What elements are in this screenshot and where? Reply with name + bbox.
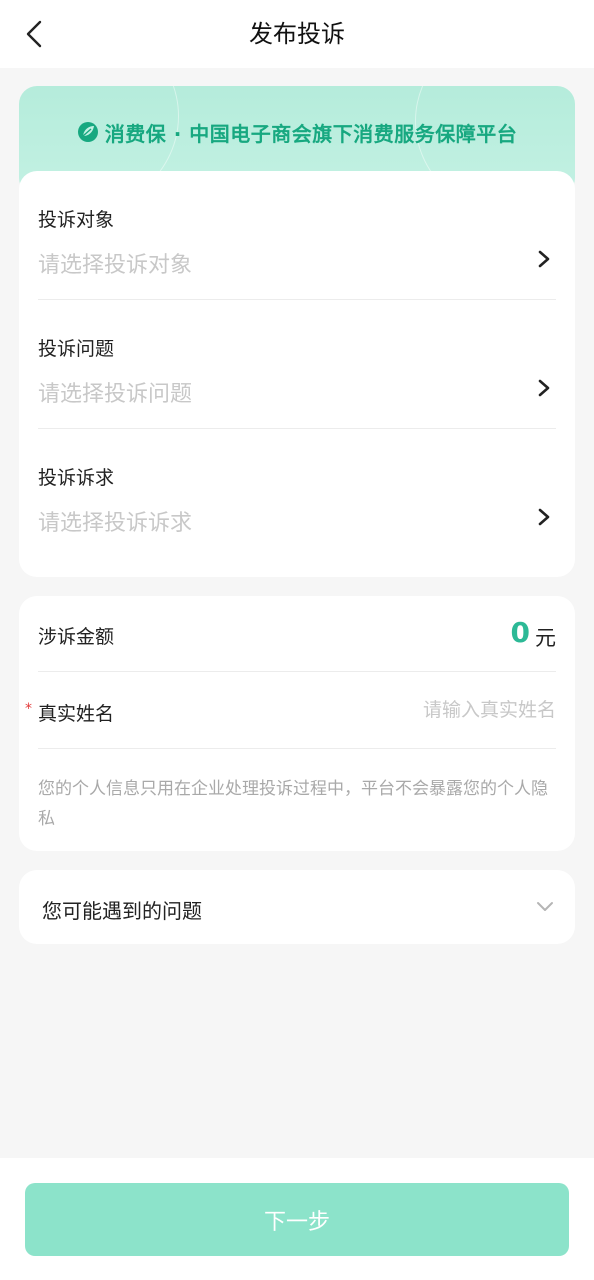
personal-info-card: 涉诉金额 0 元 * 真实姓名 您的个人信息只用在企业处理投诉过程中，平台不会暴… xyxy=(19,596,575,851)
chevron-down-icon xyxy=(537,902,553,911)
privacy-note: 您的个人信息只用在企业处理投诉过程中，平台不会暴露您的个人隐私 xyxy=(38,779,548,829)
faq-collapse[interactable]: 您可能遇到的问题 xyxy=(19,870,575,944)
field-placeholder: 请选择投诉问题 xyxy=(38,382,193,407)
field-placeholder: 请选择投诉对象 xyxy=(38,253,193,278)
chevron-right-icon xyxy=(538,508,550,526)
amount-value[interactable]: 0 xyxy=(511,616,530,649)
nav-bar: 发布投诉 xyxy=(0,0,594,68)
banner-content: 消费保 · 中国电子商会旗下消费服务保障平台 xyxy=(19,116,575,148)
required-mark: * xyxy=(25,701,32,717)
chevron-left-icon xyxy=(26,20,42,48)
leaf-logo-icon xyxy=(77,122,98,142)
real-name-label: 真实姓名 xyxy=(38,703,115,725)
field-label: 投诉诉求 xyxy=(38,467,115,489)
amount-unit: 元 xyxy=(535,626,556,650)
banner-text: 消费保 · 中国电子商会旗下消费服务保障平台 xyxy=(104,121,518,146)
chevron-right-icon xyxy=(538,250,550,268)
divider xyxy=(38,748,556,749)
amount-row[interactable]: 涉诉金额 0 元 xyxy=(38,596,556,672)
complaint-issue-select[interactable]: 投诉问题 请选择投诉问题 xyxy=(38,300,556,429)
complaint-demand-select[interactable]: 投诉诉求 请选择投诉诉求 xyxy=(38,429,556,558)
amount-label: 涉诉金额 xyxy=(38,626,115,648)
back-button[interactable] xyxy=(14,14,54,54)
complaint-select-card: 投诉对象 请选择投诉对象 投诉问题 请选择投诉问题 投诉诉求 请选择投诉诉求 xyxy=(19,171,575,577)
field-label: 投诉对象 xyxy=(38,209,115,231)
field-placeholder: 请选择投诉诉求 xyxy=(38,511,193,536)
real-name-input[interactable] xyxy=(256,692,556,728)
faq-label: 您可能遇到的问题 xyxy=(42,899,202,923)
page-title: 发布投诉 xyxy=(249,20,345,48)
complaint-target-select[interactable]: 投诉对象 请选择投诉对象 xyxy=(38,171,556,300)
field-label: 投诉问题 xyxy=(38,338,115,360)
chevron-right-icon xyxy=(538,379,550,397)
real-name-row: * 真实姓名 xyxy=(25,672,556,749)
footer-bar: 下一步 xyxy=(0,1158,594,1280)
next-step-button[interactable]: 下一步 xyxy=(25,1183,569,1256)
